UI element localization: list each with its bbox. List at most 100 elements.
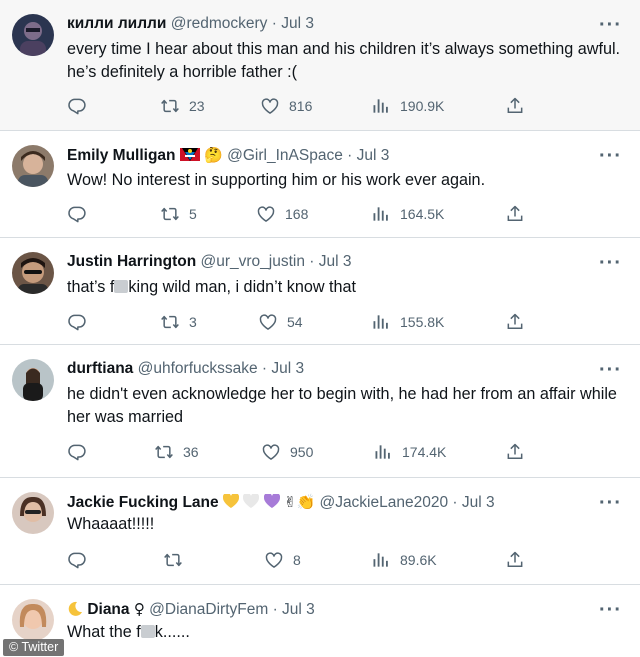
retweet-button[interactable]: 3 — [160, 311, 197, 333]
avatar[interactable] — [12, 599, 54, 641]
tweet-text-end: king wild man, i didn’t know that — [128, 278, 357, 296]
more-options-icon[interactable]: ··· — [599, 493, 622, 513]
tweet-header: durftiana @uhforfuckssake · Jul 3 — [67, 359, 304, 379]
views-button[interactable]: 174.4K — [373, 441, 446, 463]
like-button[interactable]: 168 — [256, 203, 308, 225]
tweet-header: Diana ♀ @DianaDirtyFem · Jul 3 — [67, 599, 315, 620]
share-button[interactable] — [505, 441, 525, 463]
tweet-card[interactable]: Diana ♀ @DianaDirtyFem · Jul 3 ··· What … — [0, 585, 640, 657]
like-button[interactable]: 816 — [260, 95, 312, 117]
separator: · — [272, 601, 278, 618]
twitter-watermark: © Twitter — [3, 639, 65, 656]
share-button[interactable] — [505, 95, 525, 117]
female-sign-symbol: ♀ — [133, 600, 145, 618]
share-icon — [505, 442, 525, 462]
heart-icon — [264, 550, 284, 570]
retweet-button[interactable]: 23 — [160, 95, 205, 117]
more-options-icon[interactable]: ··· — [599, 360, 622, 380]
avatar[interactable] — [12, 492, 54, 534]
display-name[interactable]: durftiana — [67, 360, 133, 377]
reply-button[interactable] — [67, 95, 87, 117]
user-handle[interactable]: @ur_vro_justin — [200, 253, 304, 270]
display-name[interactable]: Jackie Fucking Lane — [67, 494, 219, 511]
views-button[interactable]: 89.6K — [371, 549, 437, 571]
views-button[interactable]: 164.5K — [371, 203, 444, 225]
reply-icon — [67, 442, 87, 462]
reply-icon — [67, 96, 87, 116]
like-button[interactable]: 950 — [261, 441, 313, 463]
crescent-moon-emoji — [68, 601, 82, 616]
more-options-icon[interactable]: ··· — [599, 15, 622, 35]
tweet-card[interactable]: Emily Mulligan 🤔 @Girl_InASpace · Jul 3 … — [0, 131, 640, 238]
tweet-header: Jackie Fucking Lane ✌👏 @JackieLane2020 ·… — [67, 492, 495, 513]
tweet-text: every time I hear about this man and his… — [67, 40, 621, 81]
display-name[interactable]: Diana — [87, 601, 129, 618]
retweet-count: 36 — [183, 444, 199, 460]
like-count: 816 — [289, 98, 313, 114]
tweet-card[interactable]: durftiana @uhforfuckssake · Jul 3 ··· he… — [0, 345, 640, 478]
display-name[interactable]: килли лилли — [67, 15, 166, 32]
tweet-header: Emily Mulligan 🤔 @Girl_InASpace · Jul 3 — [67, 145, 389, 166]
separator: · — [261, 360, 268, 377]
user-handle[interactable]: @DianaDirtyFem — [149, 601, 268, 618]
tweet-text: that’s f king wild man, i didn’t know tha… — [67, 276, 627, 299]
tweet-actions: 8 89.6K — [67, 549, 537, 571]
heart-icon — [260, 96, 280, 116]
like-button[interactable]: 8 — [264, 549, 301, 571]
tweet-date[interactable]: Jul 3 — [319, 253, 352, 270]
tweet-text: Wow! No interest in supporting him or hi… — [67, 171, 486, 189]
share-icon — [505, 550, 525, 570]
clapping-hand-emoji: 👏 — [296, 493, 316, 511]
user-handle[interactable]: @redmockery — [171, 15, 268, 32]
tweet-date[interactable]: Jul 3 — [357, 147, 390, 164]
user-handle[interactable]: @Girl_InASpace — [227, 147, 343, 164]
share-button[interactable] — [505, 203, 525, 225]
share-button[interactable] — [505, 549, 525, 571]
user-handle[interactable]: @uhforfuckssake — [138, 360, 258, 377]
retweet-count: 23 — [189, 98, 205, 114]
tweet-card[interactable]: килли лилли @redmockery · Jul 3 ··· ever… — [0, 0, 640, 131]
avatar[interactable] — [12, 359, 54, 401]
tweet-header: килли лилли @redmockery · Jul 3 — [67, 14, 314, 34]
retweet-button[interactable] — [163, 549, 192, 571]
reply-button[interactable] — [67, 441, 87, 463]
tweet-date[interactable]: Jul 3 — [271, 360, 304, 377]
retweet-button[interactable]: 36 — [154, 441, 199, 463]
purple-heart-emoji — [263, 494, 280, 508]
views-icon — [371, 204, 391, 224]
retweet-count: 3 — [189, 314, 197, 330]
tweet-card[interactable]: Justin Harrington @ur_vro_justin · Jul 3… — [0, 238, 640, 345]
tweet-date[interactable]: Jul 3 — [281, 15, 314, 32]
tweet-actions: 36 950 174.4K — [67, 441, 537, 463]
tweet-text-end: k...... — [154, 623, 190, 641]
reply-button[interactable] — [67, 203, 87, 225]
heart-icon — [258, 312, 278, 332]
retweet-button[interactable]: 5 — [160, 203, 197, 225]
views-button[interactable]: 155.8K — [371, 311, 444, 333]
display-name[interactable]: Justin Harrington — [67, 253, 196, 270]
yellow-heart-emoji — [222, 494, 239, 508]
retweet-icon — [160, 204, 180, 224]
more-options-icon[interactable]: ··· — [599, 146, 622, 166]
avatar[interactable] — [12, 145, 54, 187]
views-button[interactable]: 190.9K — [371, 95, 444, 117]
display-name[interactable]: Emily Mulligan — [67, 147, 176, 164]
avatar[interactable] — [12, 14, 54, 56]
tweet-card[interactable]: Jackie Fucking Lane ✌👏 @JackieLane2020 ·… — [0, 478, 640, 585]
share-icon — [505, 312, 525, 332]
user-handle[interactable]: @JackieLane2020 — [319, 494, 448, 511]
reply-button[interactable] — [67, 311, 87, 333]
more-options-icon[interactable]: ··· — [599, 600, 622, 620]
share-button[interactable] — [505, 311, 525, 333]
like-button[interactable]: 54 — [258, 311, 303, 333]
retweet-icon — [163, 550, 183, 570]
retweet-count: 5 — [189, 206, 197, 222]
reply-button[interactable] — [67, 549, 87, 571]
tweet-date[interactable]: Jul 3 — [462, 494, 495, 511]
views-icon — [371, 96, 391, 116]
reply-icon — [67, 204, 87, 224]
more-options-icon[interactable]: ··· — [599, 253, 622, 273]
reply-icon — [67, 312, 87, 332]
tweet-date[interactable]: Jul 3 — [282, 601, 315, 618]
avatar[interactable] — [12, 252, 54, 294]
